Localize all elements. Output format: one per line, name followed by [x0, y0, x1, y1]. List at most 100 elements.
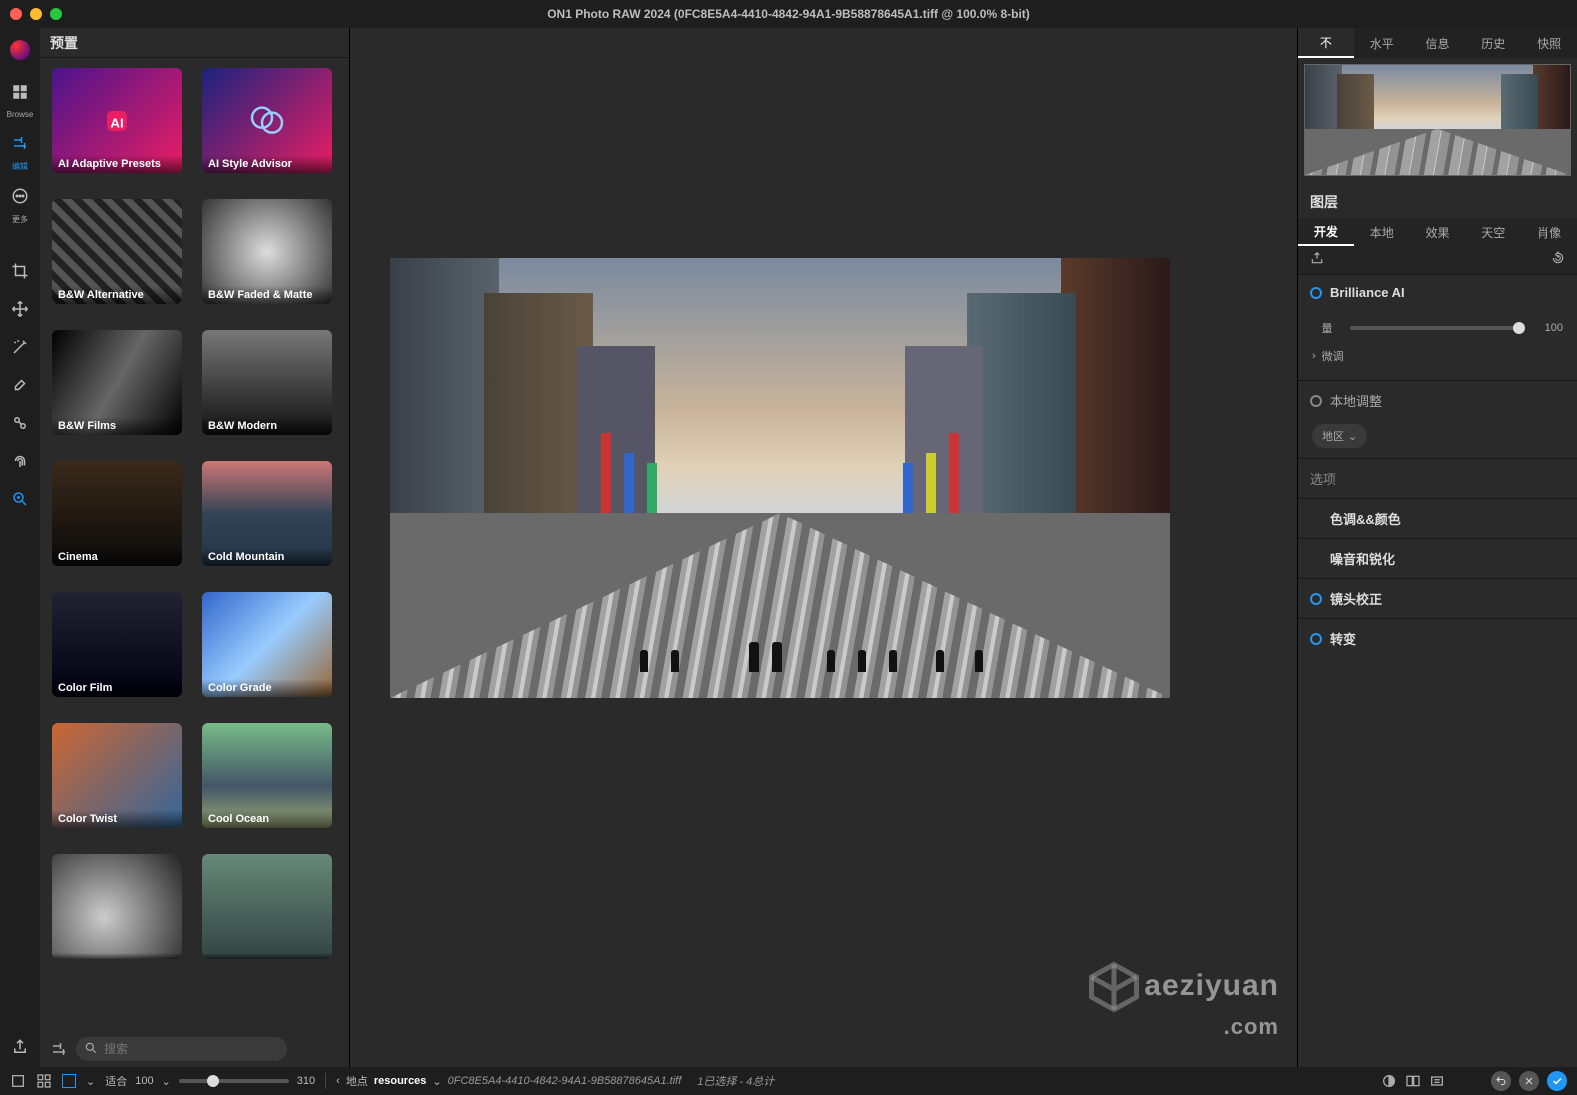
apply-button[interactable] — [1547, 1071, 1567, 1091]
cancel-button[interactable] — [1519, 1071, 1539, 1091]
preset-panel: 预置 AIAI Adaptive Presets AI Style Adviso… — [40, 28, 350, 1067]
preset-bw-films[interactable]: B&W Films — [52, 330, 182, 435]
preset-bw-faded-matte[interactable]: B&W Faded & Matte — [202, 199, 332, 304]
soft-proof-icon[interactable] — [1429, 1073, 1445, 1089]
brilliance-amount-slider[interactable]: 量 100 — [1312, 320, 1563, 336]
edit-mode-button[interactable] — [6, 129, 34, 157]
layers-title: 图层 — [1298, 182, 1577, 218]
browse-label: Browse — [7, 110, 34, 119]
chevron-down-icon[interactable]: ⌄ — [432, 1075, 441, 1088]
chevron-right-icon: › — [1312, 350, 1316, 362]
more-label: 更多 — [12, 214, 28, 225]
chevron-down-icon[interactable]: ⌄ — [86, 1075, 95, 1088]
window-title: ON1 Photo RAW 2024 (0FC8E5A4-4410-4842-9… — [0, 7, 1577, 21]
clone-tool[interactable] — [6, 409, 34, 437]
canvas-image — [390, 258, 1170, 698]
move-tool[interactable] — [6, 295, 34, 323]
local-adjust-header[interactable]: 本地调整 — [1298, 381, 1577, 420]
preset-cool-ocean[interactable]: Cool Ocean — [202, 723, 332, 828]
right-tabs: 不 水平 信息 历史 快照 — [1298, 28, 1577, 58]
browse-mode-button[interactable] — [6, 78, 34, 106]
edit-tabs: 开发 本地 效果 天空 肖像 — [1298, 218, 1577, 246]
zoom-slider[interactable] — [179, 1079, 289, 1083]
preview-toggle-icon[interactable] — [1381, 1073, 1397, 1089]
toggle-ring-icon[interactable] — [1310, 633, 1322, 645]
tab-develop[interactable]: 开发 — [1298, 218, 1354, 246]
svg-text:AI: AI — [110, 115, 123, 130]
tab-nav[interactable]: 不 — [1298, 28, 1354, 58]
edit-label: 编辑 — [12, 161, 28, 172]
brush-tool[interactable] — [6, 371, 34, 399]
slider-icon[interactable] — [50, 1040, 68, 1058]
preset-cold-mountain[interactable]: Cold Mountain — [202, 461, 332, 566]
tab-info[interactable]: 信息 — [1410, 28, 1466, 58]
chevron-down-icon: ⌄ — [1348, 430, 1357, 443]
navigator-preview[interactable] — [1298, 58, 1577, 182]
color-swatch[interactable] — [62, 1074, 76, 1088]
zoom-control: 适合 100 ⌄ 310 — [105, 1073, 315, 1089]
toggle-ring-icon[interactable] — [1310, 287, 1322, 299]
region-chip[interactable]: 地区 ⌄ — [1312, 424, 1367, 448]
preset-color-film[interactable]: Color Film — [52, 592, 182, 697]
preset-color-grade[interactable]: Color Grade — [202, 592, 332, 697]
preset-panel-title: 预置 — [50, 33, 78, 53]
transform-header[interactable]: 转变 — [1298, 619, 1577, 658]
preset-item[interactable] — [202, 854, 332, 959]
crop-tool[interactable] — [6, 257, 34, 285]
reset-icon[interactable] — [1551, 251, 1565, 270]
preset-panel-header: 预置 — [40, 28, 349, 58]
preset-grid: AIAI Adaptive Presets AI Style Advisor B… — [40, 58, 349, 1031]
noise-sharp-header[interactable]: 噪音和锐化 — [1298, 539, 1577, 578]
more-button[interactable] — [6, 182, 34, 210]
right-panel: 不 水平 信息 历史 快照 图层 开发 本地 效果 天空 肖像 — [1297, 28, 1577, 1067]
single-view-icon[interactable] — [10, 1073, 26, 1089]
breadcrumb: ‹ 地点 resources ⌄ 0FC8E5A4-4410-4842-94A1… — [336, 1073, 774, 1089]
tab-sky[interactable]: 天空 — [1465, 218, 1521, 246]
preset-ai-style[interactable]: AI Style Advisor — [202, 68, 332, 173]
group-brilliance-ai: Brilliance AI 量 100 › 微调 — [1298, 274, 1577, 380]
app-logo — [6, 36, 34, 64]
tab-portrait[interactable]: 肖像 — [1521, 218, 1577, 246]
share-button[interactable] — [6, 1033, 34, 1061]
tab-effects[interactable]: 效果 — [1410, 218, 1466, 246]
tab-history[interactable]: 历史 — [1465, 28, 1521, 58]
lens-header[interactable]: 镜头校正 — [1298, 579, 1577, 618]
selection-count: 1已选择 - 4总计 — [697, 1073, 774, 1089]
group-transform: 转变 — [1298, 618, 1577, 658]
preset-item[interactable] — [52, 854, 182, 959]
group-noise-sharp: 噪音和锐化 — [1298, 538, 1577, 578]
toggle-ring-icon[interactable] — [1310, 593, 1322, 605]
chevron-down-icon[interactable]: ⌄ — [162, 1075, 171, 1088]
fingerprint-tool[interactable] — [6, 447, 34, 475]
tab-local[interactable]: 本地 — [1354, 218, 1410, 246]
brilliance-header[interactable]: Brilliance AI — [1298, 275, 1577, 310]
toggle-ring-icon[interactable] — [1310, 395, 1322, 407]
search-tool[interactable] — [6, 485, 34, 513]
preset-bw-alternative[interactable]: B&W Alternative — [52, 199, 182, 304]
tone-color-header[interactable]: 色调&&颜色 — [1298, 499, 1577, 538]
preset-ai-adaptive[interactable]: AIAI Adaptive Presets — [52, 68, 182, 173]
export-icon[interactable] — [1310, 251, 1324, 270]
group-local-adjust: 本地调整 地区 ⌄ — [1298, 380, 1577, 458]
preset-bw-modern[interactable]: B&W Modern — [202, 330, 332, 435]
group-tone-color: 色调&&颜色 — [1298, 498, 1577, 538]
left-toolstrip: Browse 编辑 更多 — [0, 28, 40, 1067]
options-header[interactable]: 选项 — [1298, 459, 1577, 498]
tab-level[interactable]: 水平 — [1354, 28, 1410, 58]
chevron-left-icon[interactable]: ‹ — [336, 1075, 340, 1087]
wand-tool[interactable] — [6, 333, 34, 361]
preset-color-twist[interactable]: Color Twist — [52, 723, 182, 828]
path-file: 0FC8E5A4-4410-4842-94A1-9B58878645A1.tif… — [448, 1075, 682, 1087]
bottom-bar: ⌄ 适合 100 ⌄ 310 ‹ 地点 resources ⌄ 0FC8E5A4… — [0, 1067, 1577, 1095]
preset-cinema[interactable]: Cinema — [52, 461, 182, 566]
undo-button[interactable] — [1491, 1071, 1511, 1091]
preset-search-input[interactable] — [76, 1037, 287, 1061]
grid-view-icon[interactable] — [36, 1073, 52, 1089]
watermark: aeziyuan .com — [1084, 957, 1279, 1037]
fit-button[interactable]: 适合 — [105, 1073, 127, 1089]
compare-icon[interactable] — [1405, 1073, 1421, 1089]
canvas-area[interactable]: aeziyuan .com — [350, 28, 1297, 1067]
brilliance-fine-tune[interactable]: › 微调 — [1312, 342, 1563, 370]
path-folder[interactable]: resources — [374, 1075, 427, 1087]
tab-snapshot[interactable]: 快照 — [1521, 28, 1577, 58]
